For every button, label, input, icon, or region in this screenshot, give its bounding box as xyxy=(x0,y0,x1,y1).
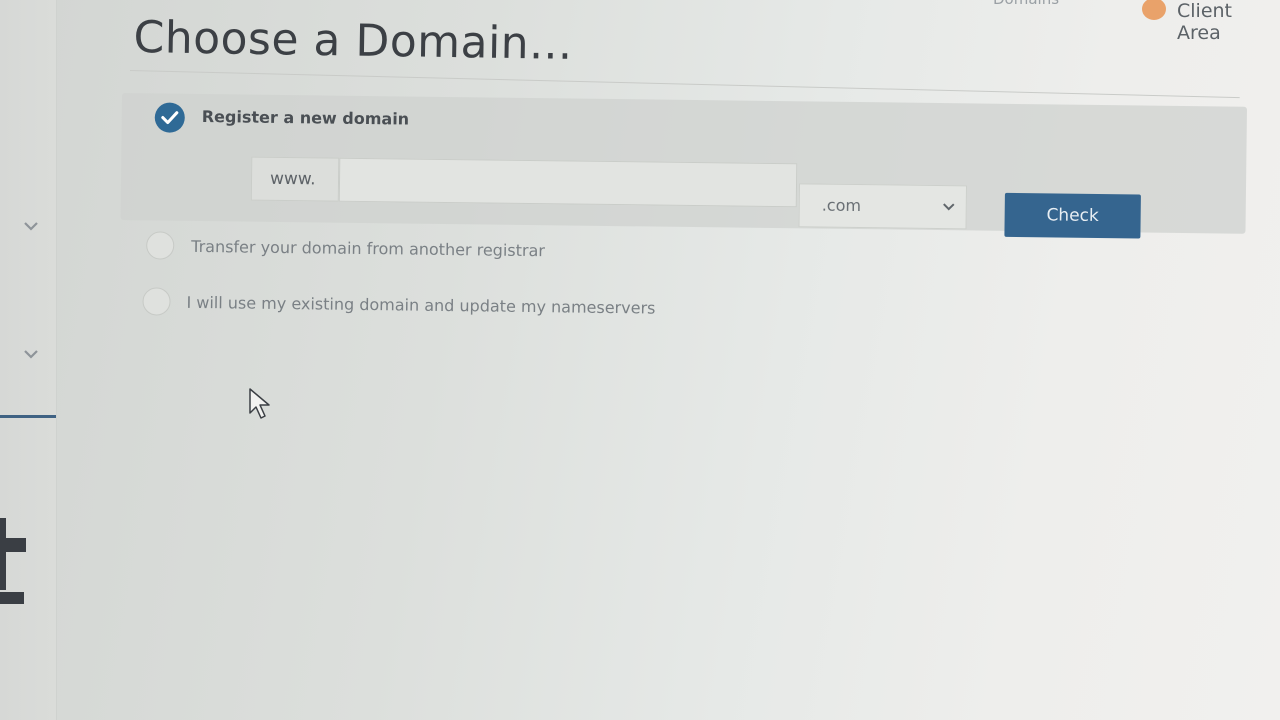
nav-domains-link[interactable]: Domains xyxy=(993,0,1059,8)
www-prefix: www. xyxy=(250,156,340,202)
chevron-down-icon xyxy=(941,186,956,245)
screen: Domains Client Area Choose a Domain... R… xyxy=(0,0,1280,720)
transfer-option-radio[interactable] xyxy=(146,231,175,260)
check-button[interactable]: Check xyxy=(1004,192,1141,239)
existing-domain-option-radio[interactable] xyxy=(142,287,171,316)
register-option-radio-checked[interactable] xyxy=(154,102,185,133)
transfer-option-label[interactable]: Transfer your domain from another regist… xyxy=(191,237,545,260)
tld-selected-value: .com xyxy=(821,195,862,216)
existing-domain-option-label[interactable]: I will use my existing domain and update… xyxy=(186,293,655,318)
register-option-label[interactable]: Register a new domain xyxy=(202,107,410,129)
checkmark-icon xyxy=(161,111,179,125)
domain-name-input[interactable] xyxy=(338,157,798,208)
tld-select[interactable]: .com xyxy=(798,183,968,230)
mouse-cursor-icon xyxy=(249,388,270,419)
domain-options: Register a new domain www. .com Check Tr… xyxy=(0,0,1280,720)
